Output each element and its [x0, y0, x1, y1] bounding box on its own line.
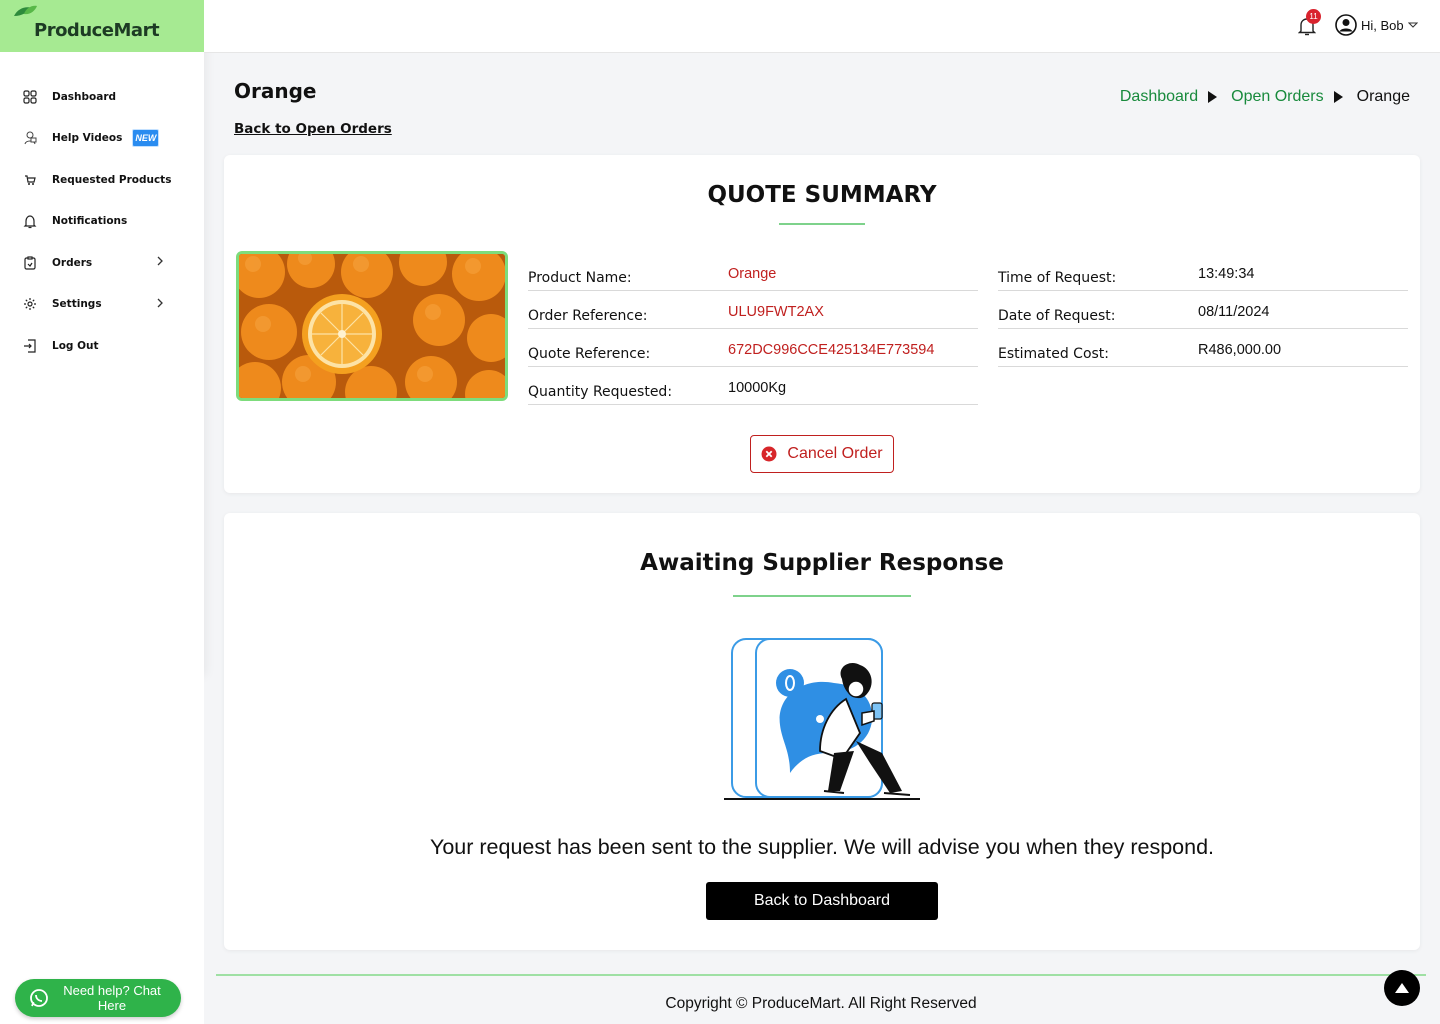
- title-underline: [779, 223, 865, 225]
- copyright-text: Copyright © ProduceMart. All Right Reser…: [665, 995, 977, 1012]
- order-reference-label: Order Reference:: [528, 308, 648, 324]
- product-name-value: Orange: [728, 266, 777, 282]
- awaiting-message: Your request has been sent to the suppli…: [429, 835, 1215, 859]
- sidebar-item-log-out[interactable]: Log Out: [0, 325, 204, 367]
- cancel-order-label: Cancel Order: [787, 445, 883, 462]
- brand-header[interactable]: ProduceMart: [0, 0, 204, 52]
- chevron-right-icon: [157, 256, 163, 266]
- product-name-label: Product Name:: [528, 270, 632, 286]
- quote-details-right: Time of Request: 13:49:34 Date of Reques…: [998, 253, 1408, 367]
- clipboard-icon: [22, 255, 38, 271]
- top-bar: 11 Hi, Bob: [204, 0, 1440, 53]
- sidebar-item-help-videos[interactable]: Help Videos NEW: [0, 118, 204, 160]
- arrow-up-icon: [1395, 983, 1409, 993]
- new-badge: NEW: [132, 129, 160, 148]
- grid-icon: [22, 89, 38, 105]
- user-greeting: Hi, Bob: [1361, 17, 1404, 33]
- video-icon: [22, 130, 38, 146]
- sidebar: ProduceMart Dashboard Help Videos NEW Re…: [0, 0, 204, 672]
- sidebar-lower-area: [0, 672, 204, 1024]
- estimated-cost-row: Estimated Cost: R486,000.00: [998, 329, 1408, 367]
- sidebar-item-label: Orders: [52, 256, 93, 269]
- order-reference-row: Order Reference: ULU9FWT2AX: [528, 291, 978, 329]
- chat-help-label: Need help? Chat Here: [63, 983, 161, 1013]
- product-name-row: Product Name: Orange: [528, 253, 978, 291]
- breadcrumb-dashboard[interactable]: Dashboard: [1120, 88, 1198, 106]
- whatsapp-icon: [30, 989, 48, 1007]
- awaiting-response-card: Awaiting Supplier Response Your request …: [224, 513, 1420, 950]
- quote-details-left: Product Name: Orange Order Reference: UL…: [528, 253, 978, 405]
- sidebar-item-label: Help Videos: [52, 132, 123, 145]
- gear-icon: [22, 296, 38, 312]
- sidebar-item-notifications[interactable]: Notifications: [0, 201, 204, 243]
- date-of-request-label: Date of Request:: [998, 308, 1116, 324]
- sidebar-item-dashboard[interactable]: Dashboard: [0, 76, 204, 118]
- breadcrumb-current: Orange: [1356, 88, 1410, 105]
- brand-logo: ProduceMart: [34, 19, 160, 41]
- page-title: Orange: [234, 79, 317, 103]
- date-of-request-value: 08/11/2024: [1198, 304, 1270, 320]
- cart-icon: [22, 172, 38, 188]
- breadcrumb-open-orders[interactable]: Open Orders: [1231, 88, 1323, 106]
- scroll-to-top-button[interactable]: [1384, 970, 1420, 1006]
- time-of-request-row: Time of Request: 13:49:34: [998, 253, 1408, 291]
- sidebar-item-requested-products[interactable]: Requested Products: [0, 159, 204, 201]
- chat-help-button[interactable]: Need help? Chat Here: [15, 979, 181, 1017]
- user-menu[interactable]: Hi, Bob: [1335, 14, 1418, 36]
- quote-summary-card: QUOTE SUMMARY Product Name: Orange Order…: [224, 155, 1420, 493]
- waiting-person-illustration: [724, 638, 920, 800]
- quote-summary-title: QUOTE SUMMARY: [707, 182, 937, 208]
- logout-icon: [22, 338, 38, 354]
- quote-reference-value: 672DC996CCE425134E773594: [728, 342, 935, 358]
- leaf-logo-icon: [14, 5, 37, 16]
- date-of-request-row: Date of Request: 08/11/2024: [998, 291, 1408, 329]
- time-of-request-label: Time of Request:: [998, 270, 1117, 286]
- avatar: [1335, 14, 1357, 36]
- cancel-order-button[interactable]: Cancel Order: [750, 435, 894, 473]
- breadcrumb-separator-icon: [1208, 91, 1218, 103]
- estimated-cost-label: Estimated Cost:: [998, 346, 1110, 362]
- awaiting-response-title: Awaiting Supplier Response: [640, 550, 1004, 576]
- quantity-requested-value: 10000Kg: [728, 380, 787, 396]
- sidebar-item-orders[interactable]: Orders: [0, 242, 204, 284]
- sidebar-item-settings[interactable]: Settings: [0, 284, 204, 326]
- back-to-open-orders-link[interactable]: Back to Open Orders: [234, 121, 392, 137]
- quote-reference-label: Quote Reference:: [528, 346, 651, 362]
- chevron-right-icon: [157, 298, 163, 307]
- footer-divider: [216, 974, 1426, 976]
- sidebar-item-label: Notifications: [52, 215, 128, 228]
- bell-icon: [22, 213, 38, 229]
- back-to-dashboard-button[interactable]: Back to Dashboard: [706, 882, 938, 920]
- product-image: [236, 251, 508, 401]
- sidebar-nav: Dashboard Help Videos NEW Requested Prod…: [0, 52, 204, 367]
- title-underline: [733, 595, 911, 597]
- chevron-down-icon: [1407, 22, 1418, 28]
- quote-reference-row: Quote Reference: 672DC996CCE425134E77359…: [528, 329, 978, 367]
- time-of-request-value: 13:49:34: [1198, 266, 1255, 282]
- quantity-requested-row: Quantity Requested: 10000Kg: [528, 367, 978, 405]
- cancel-circle-icon: [761, 446, 777, 462]
- breadcrumb-separator-icon: [1333, 91, 1343, 103]
- sidebar-item-label: Settings: [52, 298, 102, 311]
- sidebar-item-label: Requested Products: [52, 173, 172, 186]
- sidebar-item-label: Log Out: [52, 339, 99, 352]
- breadcrumb: Dashboard Open Orders Orange: [1120, 88, 1410, 106]
- order-reference-value: ULU9FWT2AX: [728, 304, 824, 320]
- notification-count-badge: 11: [1306, 9, 1321, 24]
- sidebar-item-label: Dashboard: [52, 90, 117, 103]
- quantity-requested-label: Quantity Requested:: [528, 384, 673, 400]
- estimated-cost-value: R486,000.00: [1198, 342, 1282, 358]
